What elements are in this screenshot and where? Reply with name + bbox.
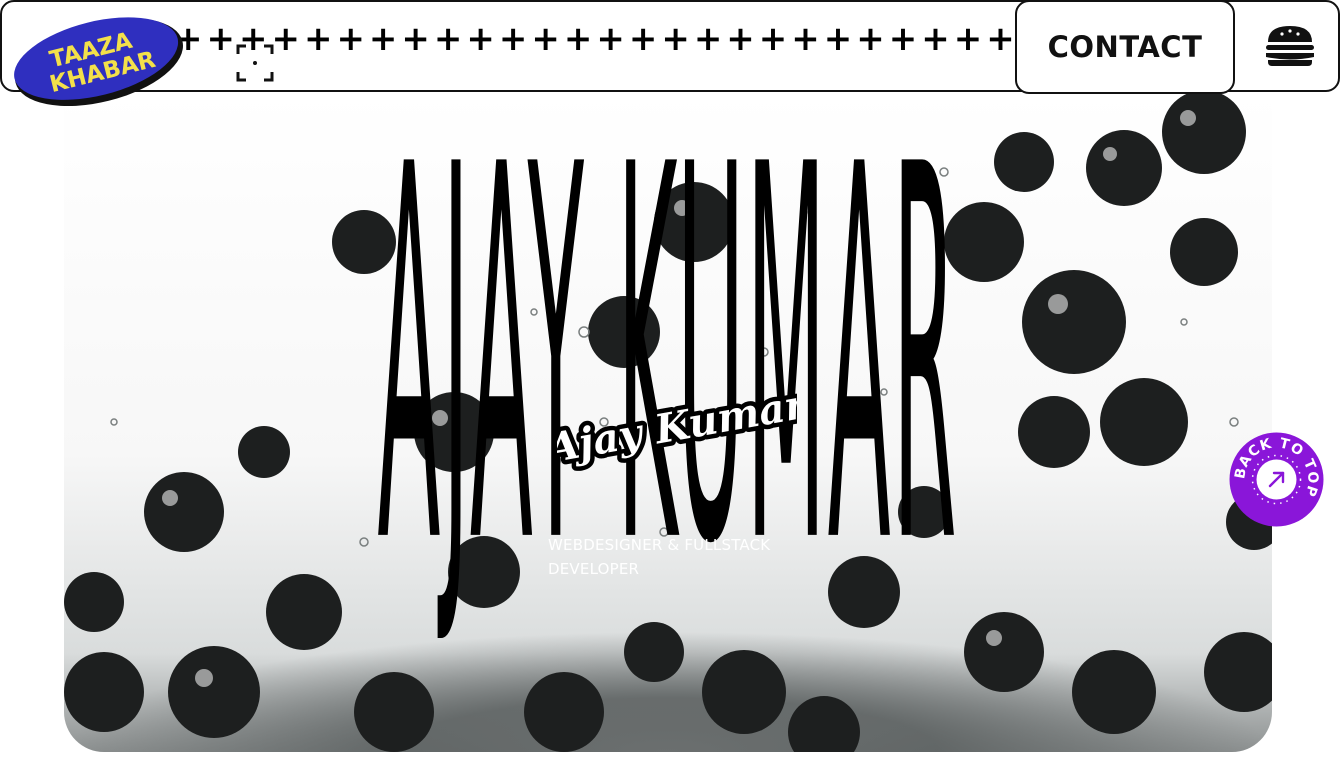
subtitle-line2: DEVELOPER — [548, 560, 640, 578]
subtitle-line1: WEBDESIGNER & FULLSTACK — [548, 536, 771, 554]
hero-section: AJAY KUMAR Ajay Kumar Ajay Kumar WEBDESI… — [64, 92, 1272, 752]
signature-text: Ajay Kumar — [557, 380, 797, 473]
hero-subtitle: WEBDESIGNER & FULLSTACK DEVELOPER — [548, 533, 798, 581]
signature-logo: Ajay Kumar Ajay Kumar — [557, 376, 797, 478]
plus-pattern-strip: ++++++++++++++++++++++++++++++++ — [174, 19, 1014, 59]
focus-frame-icon — [236, 44, 274, 82]
site-header: ++++++++++++++++++++++++++++++++ CONTACT — [0, 0, 1340, 94]
back-to-top-button[interactable]: BACK TO TOP — [1229, 432, 1324, 527]
burger-icon[interactable] — [1264, 24, 1316, 68]
taaza-khabar-logo[interactable]: TAAZA KHABAR — [8, 14, 190, 110]
contact-button[interactable]: CONTACT — [1015, 0, 1235, 94]
